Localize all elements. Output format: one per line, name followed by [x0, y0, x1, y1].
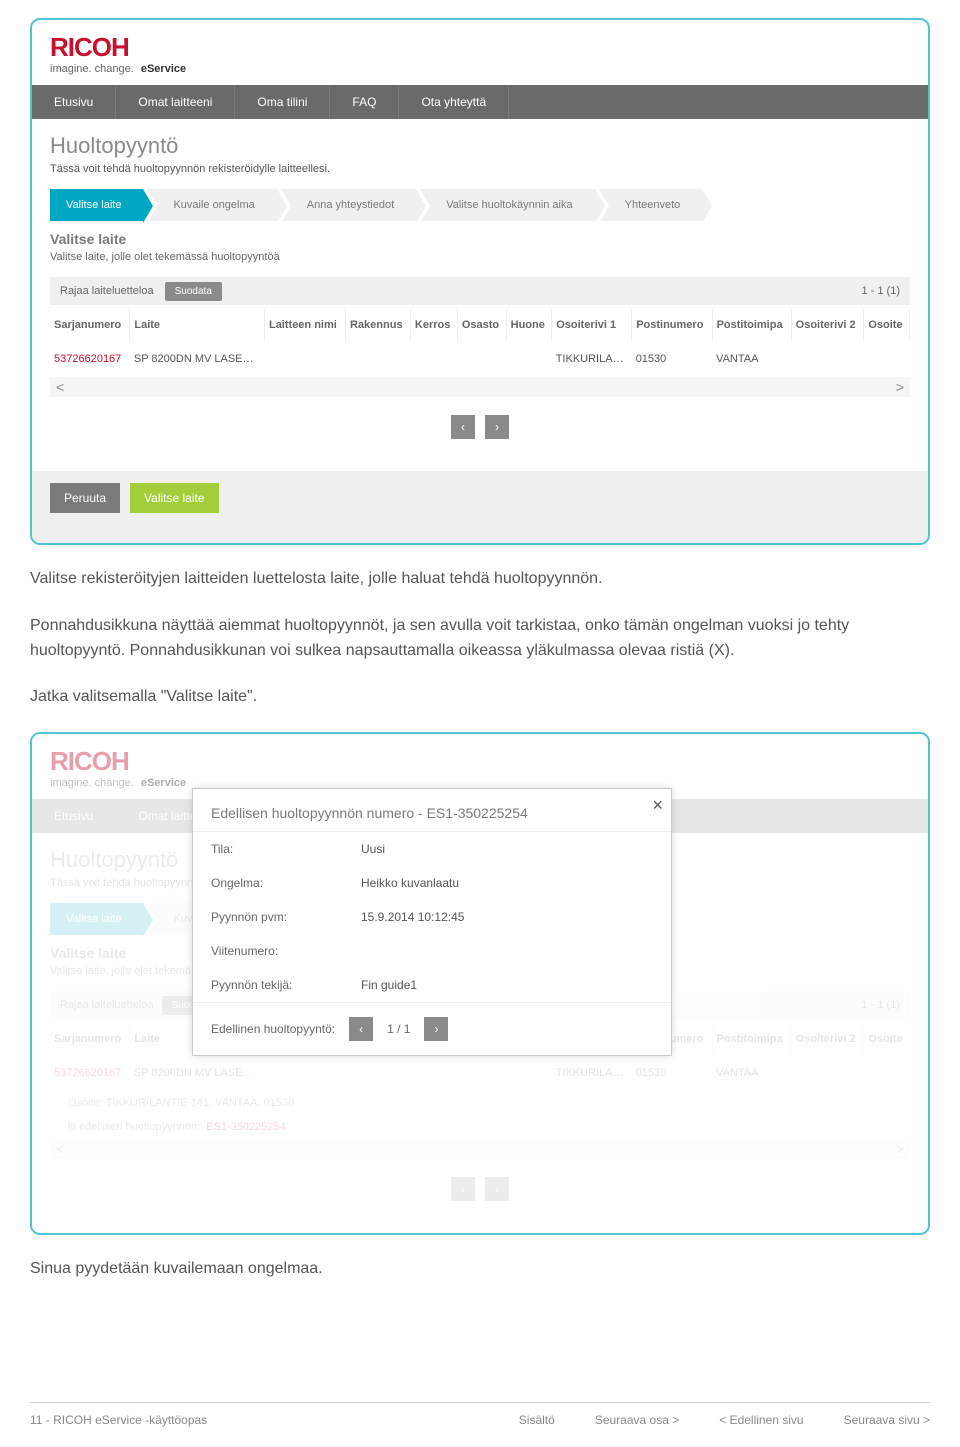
top-nav: Etusivu Omat laitteeni Oma tilini FAQ Ot… [32, 85, 928, 119]
pager: ‹ › [50, 397, 910, 457]
popup-row-tila: Tila: Uusi [193, 832, 671, 866]
ricoh-tag-text: imagine. change. [50, 63, 134, 75]
page-footer: 11 - RICOH eService -käyttöopas Sisältö … [30, 1402, 930, 1447]
popup-footer-label: Edellinen huoltopyyntö: [211, 1022, 335, 1036]
popup-next-icon[interactable]: › [424, 1017, 448, 1041]
page-title: Huoltopyyntö [50, 133, 910, 159]
pager-next-icon[interactable]: › [485, 415, 509, 439]
filter-bar: Rajaa laiteluetteloa Suodata 1 - 1 (1) [50, 277, 910, 305]
col-osoiterivi1[interactable]: Osoiterivi 1 [552, 309, 632, 341]
nav-etusivu[interactable]: Etusivu [32, 85, 116, 119]
cancel-button[interactable]: Peruuta [50, 483, 120, 513]
col-osoiterivi2[interactable]: Osoiterivi 2 [791, 309, 864, 341]
nav-oma-tilini[interactable]: Oma tilini [235, 85, 330, 119]
paragraph-1b: Ponnahdusikkuna näyttää aiemmat huoltopy… [30, 614, 930, 664]
popup-footer: Edellinen huoltopyyntö: ‹ 1 / 1 › [193, 1002, 671, 1055]
filter-left: Rajaa laiteluetteloa Suodata [60, 285, 222, 297]
wizard-step-5[interactable]: Yhteenveto [599, 189, 703, 221]
horizontal-scroll[interactable]: < > [50, 377, 910, 397]
col-laite[interactable]: Laite [130, 309, 265, 341]
footer-next-section-link[interactable]: Seuraava osa > [595, 1413, 679, 1427]
wizard-step-2[interactable]: Kuvaile ongelma [147, 189, 276, 221]
pager-prev-icon[interactable]: ‹ [451, 415, 475, 439]
section-subheading: Valitse laite, jolle olet tekemässä huol… [50, 251, 910, 263]
page-block: Huoltopyyntö Tässä voit tehdä huoltopyyn… [32, 119, 928, 471]
footer-contents-link[interactable]: Sisältö [519, 1413, 555, 1427]
popup-row-tekija: Pyynnön tekijä: Fin guide1 [193, 968, 671, 1002]
nav-omat-laitteeni[interactable]: Omat laitteeni [116, 85, 235, 119]
result-count: 1 - 1 (1) [861, 285, 900, 297]
section-heading: Valitse laite [50, 231, 910, 247]
filter-button[interactable]: Suodata [165, 282, 222, 301]
wizard-step-3[interactable]: Anna yhteystiedot [281, 189, 416, 221]
nav-faq[interactable]: FAQ [330, 85, 399, 119]
paragraph-1c: Jatka valitsemalla "Valitse laite". [30, 685, 930, 710]
scroll-right-icon[interactable]: > [896, 379, 904, 395]
col-osoite[interactable]: Osoite [864, 309, 910, 341]
footer-prev-page-link[interactable]: < Edellinen sivu [719, 1413, 803, 1427]
ricoh-tagline: imagine. change. eService [32, 63, 928, 85]
popup-title: Edellisen huoltopyynnön numero - ES1-350… [193, 789, 671, 832]
page-subtitle: Tässä voit tehdä huoltopyynnön rekisterö… [50, 163, 910, 175]
wizard-step-4[interactable]: Valitse huoltokäynnin aika [420, 189, 594, 221]
col-postitoimipa[interactable]: Postitoimipa [712, 309, 791, 341]
select-device-button[interactable]: Valitse laite [130, 483, 218, 513]
popup-row-ongelma: Ongelma: Heikko kuvanlaatu [193, 866, 671, 900]
eservice-label: eService [141, 63, 186, 75]
previous-request-popup: × Edellisen huoltopyynnön numero - ES1-3… [192, 788, 672, 1056]
col-postinumero[interactable]: Postinumero [632, 309, 712, 341]
cell-postinum: 01530 [632, 341, 712, 377]
col-rakennus[interactable]: Rakennus [346, 309, 411, 341]
col-laitteen-nimi[interactable]: Laitteen nimi [264, 309, 345, 341]
col-osasto[interactable]: Osasto [457, 309, 506, 341]
wizard-steps: Valitse laite Kuvaile ongelma Anna yhtey… [50, 189, 910, 221]
popup-row-pvm: Pyynnön pvm: 15.9.2014 10:12:45 [193, 900, 671, 934]
filter-label: Rajaa laiteluetteloa [60, 285, 154, 297]
col-huone[interactable]: Huone [506, 309, 552, 341]
device-table: Sarjanumero Laite Laitteen nimi Rakennus… [50, 309, 910, 377]
cell-postitoimi: VANTAA [712, 341, 791, 377]
footer-next-page-link[interactable]: Seuraava sivu > [844, 1413, 930, 1427]
cell-osoite1: TIKKURILA… [552, 341, 632, 377]
ricoh-logo: RICOH [32, 20, 928, 63]
popup-prev-icon[interactable]: ‹ [349, 1017, 373, 1041]
col-kerros[interactable]: Kerros [410, 309, 457, 341]
paragraph-2: Sinua pyydetään kuvailemaan ongelmaa. [30, 1257, 930, 1282]
wizard-step-1[interactable]: Valitse laite [50, 189, 143, 221]
nav-ota-yhteytta[interactable]: Ota yhteyttä [399, 85, 509, 119]
col-sarjanumero[interactable]: Sarjanumero [50, 309, 130, 341]
action-row: Peruuta Valitse laite [32, 471, 928, 543]
scroll-left-icon[interactable]: < [56, 379, 64, 395]
paragraph-1a: Valitse rekisteröityjen laitteiden luett… [30, 567, 930, 592]
popup-page-indicator: 1 / 1 [387, 1022, 410, 1036]
screenshot-2: RICOH imagine. change. eService Etusivu … [30, 732, 930, 1235]
close-icon[interactable]: × [652, 795, 663, 816]
table-row[interactable]: 53726620167 SP 8200DN MV LASE… TIKKURILA… [50, 341, 910, 377]
popup-row-viite: Viitenumero: [193, 934, 671, 968]
screenshot-1: RICOH imagine. change. eService Etusivu … [30, 18, 930, 545]
cell-sn: 53726620167 [50, 341, 130, 377]
cell-laite: SP 8200DN MV LASE… [130, 341, 265, 377]
footer-left: 11 - RICOH eService -käyttöopas [30, 1413, 207, 1427]
